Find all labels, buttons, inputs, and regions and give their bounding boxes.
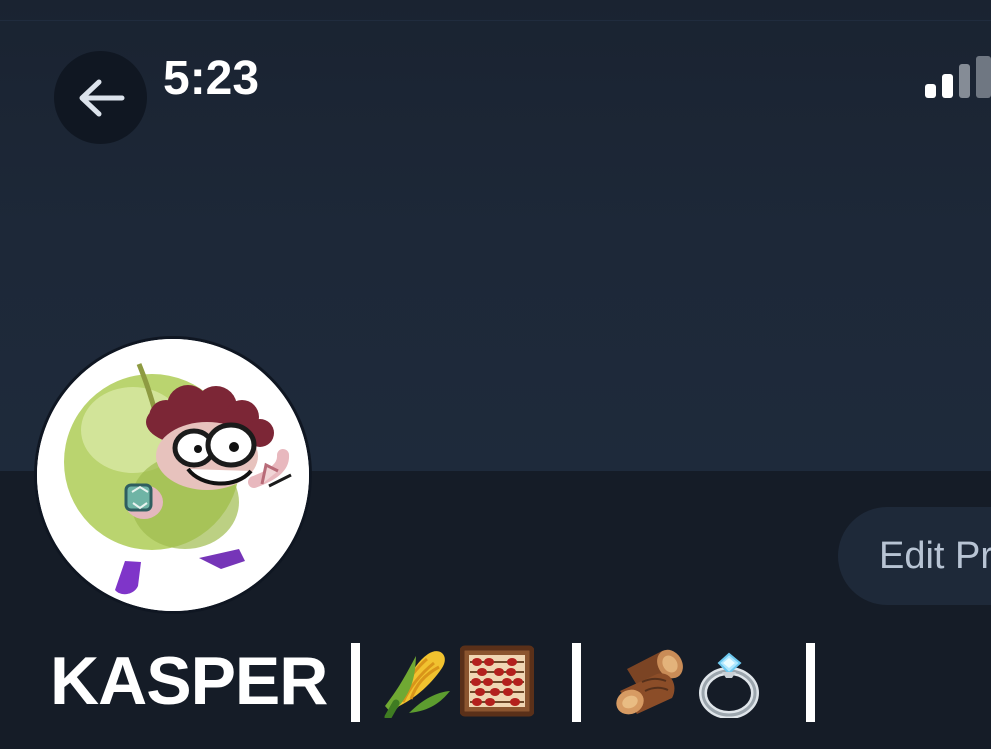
arrow-left-icon bbox=[72, 74, 130, 122]
top-divider bbox=[0, 20, 991, 21]
abacus-icon bbox=[460, 644, 535, 718]
emoji-separator bbox=[572, 642, 582, 722]
name-separator bbox=[351, 642, 361, 722]
back-button[interactable] bbox=[54, 51, 147, 144]
edit-profile-button[interactable]: Edit Pr bbox=[838, 507, 991, 605]
status-time: 5:23 bbox=[163, 52, 260, 105]
profile-display-name: KASPER bbox=[50, 643, 328, 719]
cellular-signal-icon bbox=[925, 56, 991, 98]
avatar[interactable] bbox=[35, 337, 311, 613]
profile-display-name-row: KASPER bbox=[50, 640, 816, 722]
profile-screen: 5:23 Edit Pr KASPER bbox=[0, 0, 991, 749]
emoji-separator bbox=[806, 642, 816, 722]
wood-log-icon bbox=[612, 644, 686, 718]
corn-icon bbox=[380, 644, 454, 718]
ring-icon bbox=[692, 644, 766, 718]
